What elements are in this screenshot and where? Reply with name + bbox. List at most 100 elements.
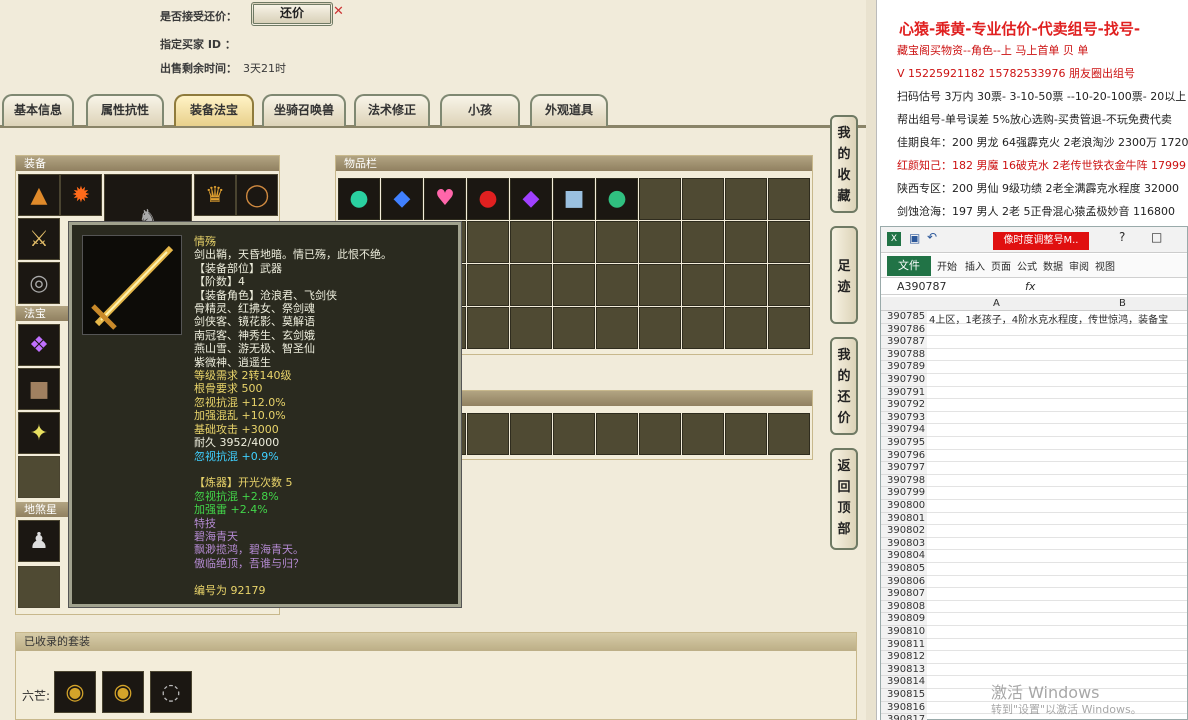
inventory-slot[interactable] — [553, 221, 595, 263]
sheet-row[interactable] — [927, 613, 1187, 626]
inventory-slot[interactable] — [510, 264, 552, 306]
inventory-slot[interactable] — [725, 221, 767, 263]
footprint-button[interactable]: 足迹 — [830, 226, 858, 324]
set-ring-icon[interactable]: ◉ — [102, 671, 144, 713]
sheet-row[interactable] — [927, 576, 1187, 589]
inventory-slot[interactable] — [553, 307, 595, 349]
save-icon[interactable]: ▣ — [909, 231, 920, 245]
sheet-row[interactable] — [927, 513, 1187, 526]
tab-appearance[interactable]: 外观道具 — [530, 94, 608, 126]
inventory-slot[interactable] — [510, 307, 552, 349]
name-box[interactable]: A390787 — [897, 280, 947, 293]
sheet-row[interactable]: 4上区，1老孩子，4阶水克水程度，传世惊鸿，装备宝 — [927, 311, 1187, 326]
row-number[interactable]: 390806 — [881, 575, 927, 589]
sheet-row[interactable] — [927, 336, 1187, 349]
help-icon[interactable]: ? — [1119, 230, 1125, 244]
sheet-row[interactable] — [927, 475, 1187, 488]
row-number[interactable]: 390793 — [881, 411, 927, 425]
inventory-slot[interactable]: ♥ — [424, 178, 466, 220]
inventory-slot[interactable] — [596, 413, 638, 455]
row-number[interactable]: 390817 — [881, 714, 927, 720]
row-number[interactable]: 390815 — [881, 689, 927, 702]
sheet-row[interactable] — [927, 664, 1187, 677]
sheet-row[interactable] — [927, 601, 1187, 614]
inventory-slot[interactable] — [768, 264, 810, 306]
equip-slot-belt[interactable]: ♛ — [194, 174, 236, 216]
inventory-slot[interactable]: ● — [596, 178, 638, 220]
tab-file[interactable]: 文件 — [887, 256, 931, 276]
row-number[interactable]: 390798 — [881, 474, 927, 488]
sheet-row[interactable] — [927, 361, 1187, 374]
tab-review[interactable]: 审阅 — [1069, 258, 1089, 273]
inventory-slot[interactable] — [725, 264, 767, 306]
sheet-row[interactable] — [927, 462, 1187, 475]
tab-view[interactable]: 视图 — [1095, 258, 1115, 273]
sheet-row[interactable] — [927, 626, 1187, 639]
counter-offer-button[interactable]: 还价 — [251, 2, 333, 26]
row-number[interactable]: 390804 — [881, 550, 927, 563]
maximize-icon[interactable]: □ — [1151, 230, 1162, 244]
inventory-slot[interactable] — [639, 413, 681, 455]
row-number[interactable]: 390792 — [881, 399, 927, 412]
close-icon[interactable]: ✕ — [333, 4, 344, 19]
sheet-row[interactable] — [927, 651, 1187, 664]
inventory-slot[interactable]: ■ — [553, 178, 595, 220]
row-number[interactable]: 390814 — [881, 676, 927, 689]
row-number[interactable]: 390802 — [881, 525, 927, 538]
sheet-row[interactable] — [927, 399, 1187, 412]
inventory-slot[interactable] — [467, 413, 509, 455]
row-number[interactable]: 390785 — [881, 311, 927, 324]
inventory-slot[interactable] — [639, 264, 681, 306]
inventory-slot[interactable] — [510, 221, 552, 263]
row-number[interactable]: 390794 — [881, 424, 927, 437]
inventory-slot[interactable] — [682, 264, 724, 306]
row-number[interactable]: 390807 — [881, 588, 927, 601]
tab-home[interactable]: 开始 — [937, 258, 957, 273]
my-counter-offers-button[interactable]: 我的还价 — [830, 337, 858, 435]
row-number[interactable]: 390787 — [881, 336, 927, 349]
character-slot[interactable]: ♟ — [18, 520, 60, 562]
sheet-row[interactable] — [927, 550, 1187, 563]
equip-slot-necklace[interactable]: ◯ — [236, 174, 278, 216]
sheet-row[interactable] — [927, 563, 1187, 576]
row-number[interactable]: 390810 — [881, 626, 927, 639]
set-bracelet-icon[interactable]: ◌ — [150, 671, 192, 713]
inventory-slot[interactable]: ● — [467, 178, 509, 220]
inventory-slot[interactable] — [682, 307, 724, 349]
inventory-slot[interactable] — [639, 307, 681, 349]
tab-formula[interactable]: 公式 — [1017, 258, 1037, 273]
inventory-slot[interactable] — [768, 413, 810, 455]
row-number[interactable]: 390812 — [881, 651, 927, 664]
row-number[interactable]: 390786 — [881, 323, 927, 337]
inventory-slot[interactable] — [639, 221, 681, 263]
inventory-slot[interactable] — [682, 221, 724, 263]
sheet-row[interactable] — [927, 424, 1187, 437]
column-a-header[interactable]: A — [993, 298, 1000, 309]
inventory-slot[interactable] — [682, 178, 724, 220]
row-number[interactable]: 390797 — [881, 462, 927, 475]
row-number[interactable]: 390791 — [881, 386, 927, 400]
row-number[interactable]: 390809 — [881, 613, 927, 626]
row-number[interactable]: 390800 — [881, 500, 927, 513]
tab-children[interactable]: 小孩 — [440, 94, 520, 126]
inventory-slot[interactable]: ● — [338, 178, 380, 220]
row-number[interactable]: 390795 — [881, 437, 927, 450]
row-number[interactable]: 390808 — [881, 600, 927, 614]
sheet-row[interactable] — [927, 374, 1187, 387]
empty-slot[interactable] — [18, 566, 60, 608]
inventory-slot[interactable]: ◆ — [510, 178, 552, 220]
inventory-slot[interactable] — [596, 264, 638, 306]
row-number[interactable]: 390788 — [881, 348, 927, 362]
sheet-row[interactable] — [927, 437, 1187, 450]
inventory-slot[interactable]: ◆ — [381, 178, 423, 220]
inventory-slot[interactable] — [553, 413, 595, 455]
magic-slot-4[interactable] — [18, 456, 60, 498]
equip-slot-helmet[interactable]: ▲ — [18, 174, 60, 216]
inventory-slot[interactable] — [682, 413, 724, 455]
inventory-slot[interactable] — [467, 264, 509, 306]
magic-slot-2[interactable]: ■ — [18, 368, 60, 410]
sheet-row[interactable] — [927, 487, 1187, 500]
sheet-row[interactable] — [927, 324, 1187, 337]
inventory-slot[interactable] — [725, 413, 767, 455]
set-ring-icon[interactable]: ◉ — [54, 671, 96, 713]
